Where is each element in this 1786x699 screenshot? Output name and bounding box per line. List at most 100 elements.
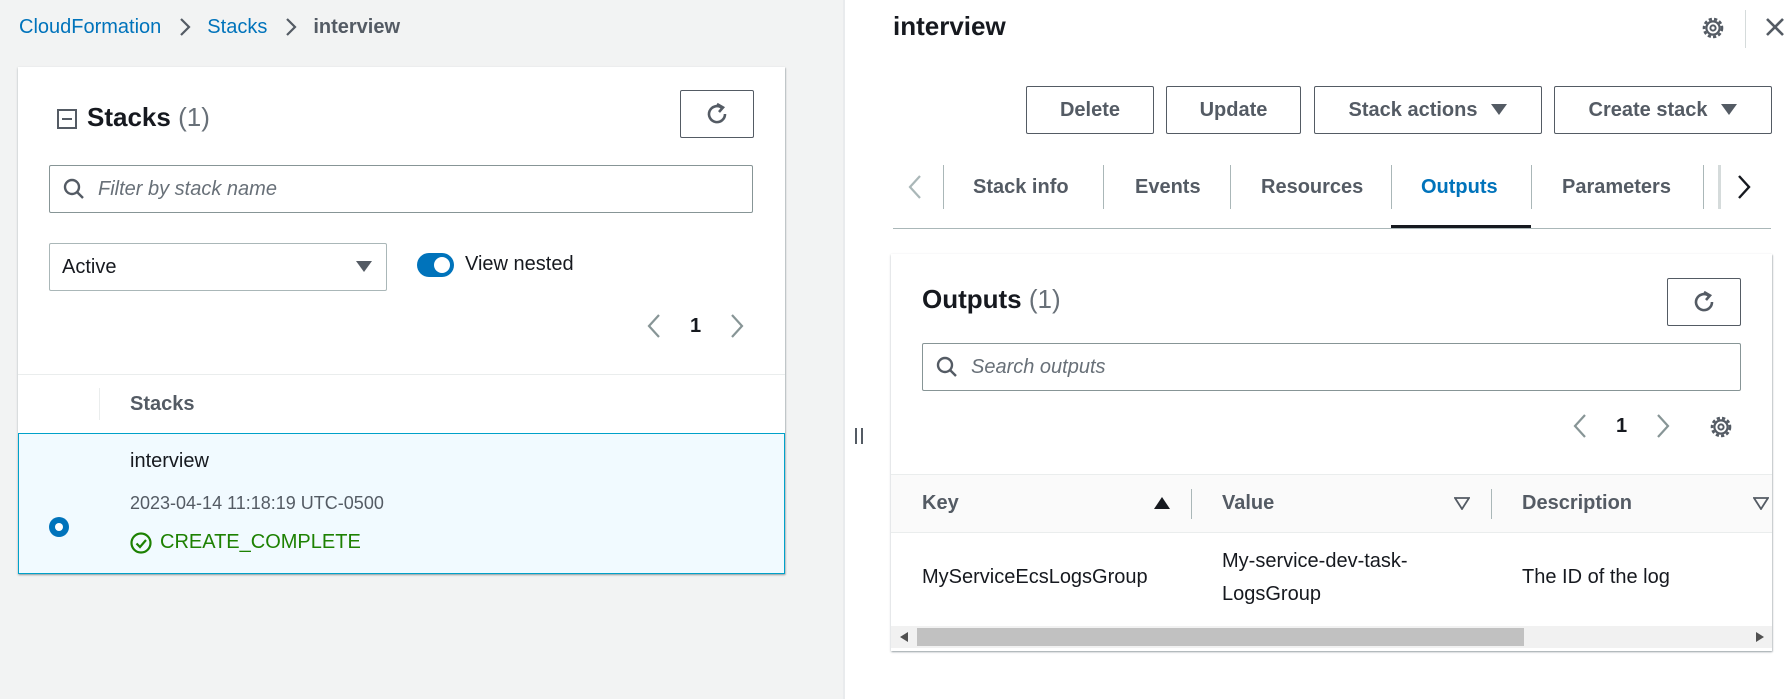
breadcrumb: CloudFormation Stacks interview xyxy=(19,13,400,41)
panel-divider xyxy=(843,0,845,699)
drag-handle-icon xyxy=(855,428,863,444)
stacks-title: Stacks xyxy=(87,102,171,132)
tab-separator xyxy=(943,165,944,209)
chevron-left-icon xyxy=(1573,414,1586,438)
chevron-right-icon xyxy=(1738,175,1751,199)
stacks-pagination: 1 xyxy=(646,313,745,339)
update-button[interactable]: Update xyxy=(1166,86,1301,134)
settings-button[interactable] xyxy=(1700,15,1726,41)
view-nested-label: View nested xyxy=(465,253,574,275)
table-preferences-button[interactable] xyxy=(1708,414,1734,440)
chevron-left-icon xyxy=(647,314,660,338)
breadcrumb-cloudformation[interactable]: CloudFormation xyxy=(19,16,161,39)
caret-down-icon xyxy=(356,261,372,272)
tab-overflow-stub xyxy=(1718,165,1721,209)
page-number[interactable]: 1 xyxy=(690,315,701,338)
breadcrumb-stacks[interactable]: Stacks xyxy=(207,16,267,39)
refresh-icon xyxy=(707,102,727,124)
delete-label: Delete xyxy=(1059,98,1121,121)
refresh-icon xyxy=(1694,290,1714,312)
resize-handle[interactable] xyxy=(853,427,865,445)
stack-filter-placeholder: Filter by stack name xyxy=(98,177,277,200)
chevron-right-icon xyxy=(285,17,297,37)
outputs-table-header xyxy=(891,474,1772,533)
outputs-heading: Outputs (1) xyxy=(922,284,1061,315)
close-icon xyxy=(1766,18,1784,36)
chevron-left-icon xyxy=(908,175,921,199)
page-prev-button[interactable] xyxy=(1572,413,1588,439)
stacks-heading: Stacks (1) xyxy=(87,102,210,133)
column-header-value[interactable]: Value xyxy=(1222,492,1274,515)
outputs-search-placeholder: Search outputs xyxy=(971,355,1106,378)
table-top-border xyxy=(18,374,785,375)
check-circle-icon xyxy=(130,531,152,554)
output-value-line: My-service-dev-task- xyxy=(1222,550,1408,572)
create-stack-button[interactable]: Create stack xyxy=(1554,86,1772,134)
tab-separator xyxy=(1103,165,1104,209)
tabs-baseline xyxy=(893,228,1771,229)
table-row: MyServiceEcsLogsGroup My-service-dev-tas… xyxy=(891,533,1772,626)
stack-status: CREATE_COMPLETE xyxy=(130,531,361,554)
outputs-count: (1) xyxy=(1028,284,1061,314)
outputs-search-input[interactable]: Search outputs xyxy=(922,343,1741,391)
page-next-button[interactable] xyxy=(1655,413,1671,439)
update-label: Update xyxy=(1199,98,1268,121)
refresh-outputs-button[interactable] xyxy=(1667,278,1741,326)
tabs-scroll-left[interactable] xyxy=(908,174,922,200)
column-header-key[interactable]: Key xyxy=(922,492,959,515)
refresh-stacks-button[interactable] xyxy=(680,90,754,138)
tab-separator xyxy=(1703,165,1704,209)
tab-separator xyxy=(1391,165,1392,209)
status-filter-select[interactable]: Active xyxy=(49,243,387,291)
collapse-toggle[interactable] xyxy=(57,109,77,129)
scrollbar-thumb[interactable] xyxy=(917,628,1524,646)
gear-icon xyxy=(1710,416,1732,438)
stack-filter-input[interactable]: Filter by stack name xyxy=(49,165,753,213)
search-icon xyxy=(63,178,84,199)
page-prev-button[interactable] xyxy=(646,313,662,339)
horizontal-scrollbar[interactable] xyxy=(891,626,1772,648)
collapse-icon xyxy=(57,109,77,129)
tab-outputs[interactable]: Outputs xyxy=(1421,176,1498,199)
status-filter-value: Active xyxy=(62,255,117,278)
stack-actions-button[interactable]: Stack actions xyxy=(1314,86,1542,134)
gear-icon xyxy=(1702,17,1724,39)
column-separator[interactable] xyxy=(1491,489,1492,519)
create-stack-label: Create stack xyxy=(1588,98,1708,121)
output-value-line: LogsGroup xyxy=(1222,583,1321,605)
column-header-description[interactable]: Description xyxy=(1522,492,1632,515)
sort-icon[interactable] xyxy=(1454,497,1470,510)
tab-events[interactable]: Events xyxy=(1135,176,1201,199)
tabs-scroll-right[interactable] xyxy=(1737,174,1751,200)
search-icon xyxy=(936,356,957,377)
tab-resources[interactable]: Resources xyxy=(1261,176,1363,199)
stack-actions-label: Stack actions xyxy=(1348,98,1478,121)
stack-select-radio[interactable] xyxy=(49,517,69,537)
caret-down-icon xyxy=(1491,104,1508,115)
stack-name-link[interactable]: interview xyxy=(130,450,209,473)
sort-icon[interactable] xyxy=(1753,497,1769,510)
stacks-count: (1) xyxy=(178,102,210,132)
column-separator[interactable] xyxy=(1191,489,1192,519)
stacks-column-header[interactable]: Stacks xyxy=(130,393,195,416)
scroll-left-arrow[interactable] xyxy=(900,632,908,642)
tab-separator xyxy=(1230,165,1231,209)
active-tab-indicator xyxy=(1391,225,1531,228)
delete-button[interactable]: Delete xyxy=(1026,86,1154,134)
sort-ascending-icon[interactable] xyxy=(1154,497,1170,510)
view-nested-toggle[interactable] xyxy=(417,253,454,277)
page-next-button[interactable] xyxy=(729,313,745,339)
tab-parameters[interactable]: Parameters xyxy=(1562,176,1671,199)
tab-stack-info[interactable]: Stack info xyxy=(973,176,1069,199)
page-number[interactable]: 1 xyxy=(1616,415,1627,438)
outputs-pagination: 1 xyxy=(1572,413,1671,439)
header-separator xyxy=(1745,10,1746,48)
scroll-right-arrow[interactable] xyxy=(1756,632,1764,642)
chevron-right-icon xyxy=(1657,414,1670,438)
output-description: The ID of the log xyxy=(1522,566,1670,588)
tab-separator xyxy=(1531,165,1532,209)
output-key: MyServiceEcsLogsGroup xyxy=(922,566,1148,588)
chevron-right-icon xyxy=(179,17,191,37)
close-button[interactable] xyxy=(1764,16,1786,38)
column-separator xyxy=(99,388,100,420)
